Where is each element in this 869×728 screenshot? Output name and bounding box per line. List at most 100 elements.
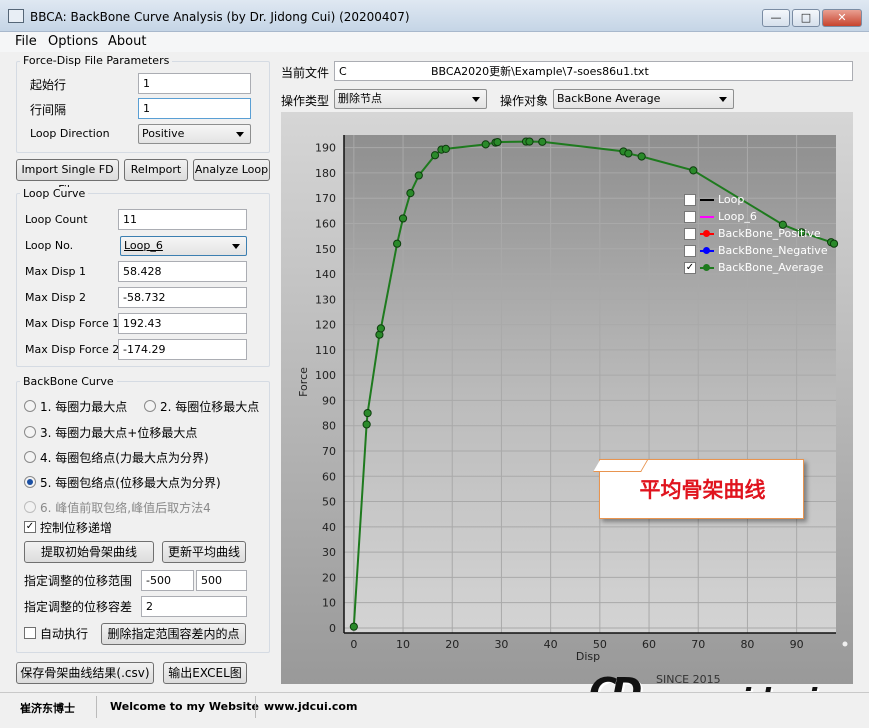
minimize-button[interactable]: — bbox=[762, 9, 790, 27]
menu-options[interactable]: Options bbox=[48, 32, 98, 52]
y-tick-label: 150 bbox=[315, 243, 336, 256]
export-excel-button[interactable]: 输出EXCEL图 bbox=[163, 662, 247, 684]
import-fd-button[interactable]: Import Single FD File bbox=[16, 159, 119, 196]
delete-points-button[interactable]: 删除指定范围容差内的点 bbox=[101, 623, 246, 645]
y-tick-label: 170 bbox=[315, 192, 336, 205]
control-disp-checkbox[interactable]: ✓ bbox=[24, 521, 36, 533]
legend-item[interactable]: Loop bbox=[684, 192, 834, 208]
data-point[interactable] bbox=[362, 420, 371, 429]
max-force2-input[interactable]: -174.29 bbox=[118, 339, 247, 360]
max-disp2-input[interactable]: -58.732 bbox=[118, 287, 247, 308]
data-point[interactable] bbox=[538, 137, 547, 146]
legend-item[interactable]: Loop_6 bbox=[684, 209, 834, 225]
y-tick-label: 140 bbox=[315, 268, 336, 281]
legend-label: BackBone_Negative bbox=[718, 244, 828, 257]
auto-exec-label[interactable]: 自动执行 bbox=[40, 625, 88, 642]
op-target-label: 操作对象 bbox=[500, 94, 549, 108]
data-point[interactable] bbox=[525, 137, 534, 146]
opt1-label[interactable]: 1. 每圈力最大点 bbox=[40, 398, 127, 415]
tolerance-input[interactable]: 2 bbox=[141, 596, 247, 617]
x-tick-label: 40 bbox=[544, 638, 558, 651]
update-average-button[interactable]: 更新平均曲线 bbox=[162, 541, 246, 563]
analyze-loop-button[interactable]: Analyze Loop bbox=[193, 159, 270, 181]
opt5-label[interactable]: 5. 每圈包络点(位移最大点为分界) bbox=[40, 474, 221, 491]
save-csv-button[interactable]: 保存骨架曲线结果(.csv) bbox=[16, 662, 154, 684]
data-point[interactable] bbox=[441, 144, 450, 154]
loop-no-value: Loop_6 bbox=[124, 239, 163, 252]
legend-checkbox[interactable] bbox=[684, 245, 696, 257]
opt4-label[interactable]: 4. 每圈包络点(力最大点为分界) bbox=[40, 449, 209, 466]
data-point[interactable] bbox=[406, 189, 415, 198]
menu-file[interactable]: File bbox=[15, 32, 37, 52]
data-point[interactable] bbox=[624, 149, 633, 158]
range-label: 指定调整的位移范围 bbox=[24, 574, 133, 588]
y-tick-label: 180 bbox=[315, 167, 336, 180]
op-target-value: BackBone Average bbox=[557, 92, 661, 105]
y-tick-label: 10 bbox=[322, 597, 336, 610]
maximize-button[interactable]: □ bbox=[792, 9, 820, 27]
max-force1-label: Max Disp Force 1 bbox=[25, 317, 120, 330]
data-point[interactable] bbox=[414, 171, 423, 180]
radio-opt2[interactable] bbox=[144, 400, 156, 412]
data-point[interactable] bbox=[637, 152, 646, 161]
legend-checkbox[interactable] bbox=[684, 194, 696, 206]
row-interval-input[interactable]: 1 bbox=[138, 98, 251, 119]
op-type-select[interactable]: 删除节点 bbox=[334, 89, 487, 109]
data-point[interactable] bbox=[363, 408, 372, 418]
max-force1-input[interactable]: 192.43 bbox=[118, 313, 247, 334]
loop-count-input[interactable]: 11 bbox=[118, 209, 247, 230]
y-tick-label: 0 bbox=[329, 622, 336, 635]
radio-opt4[interactable] bbox=[24, 451, 36, 463]
current-file-field[interactable]: C BBCA2020更新\Example\7-soes86u1.txt bbox=[334, 61, 853, 81]
legend-item[interactable]: ✓ BackBone_Average bbox=[684, 260, 834, 276]
loop-curve-title: Loop Curve bbox=[20, 187, 89, 200]
data-point[interactable] bbox=[430, 151, 440, 160]
loop-direction-select[interactable]: Positive bbox=[138, 124, 251, 144]
legend-item[interactable]: BackBone_Negative bbox=[684, 243, 834, 259]
loop-no-select[interactable]: Loop_6 bbox=[120, 236, 247, 256]
radio-opt1[interactable] bbox=[24, 400, 36, 412]
control-disp-label[interactable]: 控制位移递增 bbox=[40, 519, 112, 536]
legend-checkbox[interactable] bbox=[684, 211, 696, 223]
auto-exec-checkbox[interactable] bbox=[24, 627, 36, 639]
y-tick-label: 130 bbox=[315, 293, 336, 306]
data-point[interactable] bbox=[376, 324, 386, 333]
opt3-label[interactable]: 3. 每圈力最大点+位移最大点 bbox=[40, 424, 197, 441]
data-point[interactable] bbox=[393, 239, 402, 248]
callout-box: 平均骨架曲线 bbox=[593, 459, 804, 519]
op-target-select[interactable]: BackBone Average bbox=[553, 89, 734, 109]
legend-checkbox[interactable]: ✓ bbox=[684, 262, 696, 274]
y-tick-label: 100 bbox=[315, 369, 336, 382]
chevron-down-icon bbox=[719, 97, 727, 102]
legend-item[interactable]: BackBone_Positive bbox=[684, 226, 834, 242]
y-tick-label: 30 bbox=[322, 546, 336, 559]
data-point[interactable] bbox=[689, 166, 698, 175]
range-min-input[interactable]: -500 bbox=[141, 570, 194, 591]
loop-count-label: Loop Count bbox=[25, 213, 88, 226]
y-tick-label: 60 bbox=[322, 470, 336, 483]
max-disp1-input[interactable]: 58.428 bbox=[118, 261, 247, 282]
extract-backbone-button[interactable]: 提取初始骨架曲线 bbox=[24, 541, 154, 563]
status-separator bbox=[255, 696, 256, 718]
menu-about[interactable]: About bbox=[108, 32, 146, 52]
status-author: 崔济东博士 bbox=[20, 702, 75, 715]
radio-opt5[interactable] bbox=[24, 476, 36, 488]
data-point[interactable] bbox=[398, 214, 408, 223]
close-button[interactable]: ✕ bbox=[822, 9, 862, 27]
start-row-label: 起始行 bbox=[30, 78, 67, 92]
data-point[interactable] bbox=[349, 622, 358, 631]
y-axis-label: Force bbox=[297, 367, 310, 397]
data-point[interactable] bbox=[481, 140, 490, 149]
radio-opt3[interactable] bbox=[24, 426, 36, 438]
legend-checkbox[interactable] bbox=[684, 228, 696, 240]
reimport-button[interactable]: ReImport bbox=[124, 159, 188, 181]
start-row-input[interactable]: 1 bbox=[138, 73, 251, 94]
file-path: BBCA2020更新\Example\7-soes86u1.txt bbox=[431, 65, 649, 78]
range-max-input[interactable]: 500 bbox=[196, 570, 247, 591]
x-tick-label: 30 bbox=[494, 638, 508, 651]
x-tick-label: 60 bbox=[642, 638, 656, 651]
opt6-label: 6. 峰值前取包络,峰值后取方法4 bbox=[40, 501, 211, 515]
opt2-label[interactable]: 2. 每圈位移最大点 bbox=[160, 398, 259, 415]
data-point[interactable] bbox=[493, 137, 502, 147]
status-site: www.jdcui.com bbox=[264, 700, 358, 713]
